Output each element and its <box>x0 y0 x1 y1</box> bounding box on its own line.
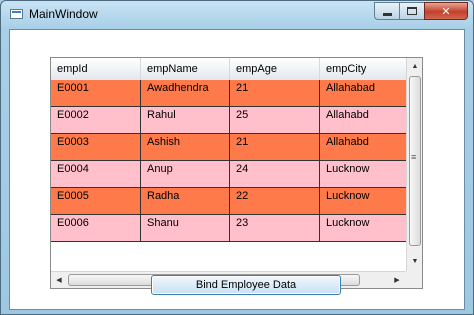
table-row[interactable]: E0001 Awadhendra 21 Allahabad <box>51 80 406 107</box>
vertical-scrollbar[interactable]: ▲ ≡ ▼ <box>406 58 422 271</box>
cell-empname[interactable]: Anup <box>141 161 230 187</box>
cell-empage[interactable]: 23 <box>230 215 320 241</box>
column-header-empname[interactable]: empName <box>141 58 230 80</box>
cell-empcity[interactable]: Allahabd <box>320 107 406 133</box>
table-row[interactable]: E0006 Shanu 23 Lucknow <box>51 215 406 242</box>
cell-empage[interactable]: 21 <box>230 80 320 106</box>
cell-empage[interactable]: 25 <box>230 107 320 133</box>
cell-empcity[interactable]: Lucknow <box>320 161 406 187</box>
table-row[interactable]: E0003 Ashish 21 Allahabd <box>51 134 406 161</box>
cell-empcity[interactable]: Allahabad <box>320 80 406 106</box>
minimize-button[interactable] <box>374 2 400 20</box>
cell-empname[interactable]: Ashish <box>141 134 230 160</box>
title-bar[interactable]: MainWindow ✕ <box>1 1 473 29</box>
cell-empname[interactable]: Shanu <box>141 215 230 241</box>
cell-empid[interactable]: E0004 <box>51 161 141 187</box>
column-header-empid[interactable]: empId <box>51 58 141 80</box>
cell-empcity[interactable]: Lucknow <box>320 215 406 241</box>
cell-empcity[interactable]: Lucknow <box>320 188 406 214</box>
scroll-down-icon[interactable]: ▼ <box>407 253 422 269</box>
close-icon: ✕ <box>441 4 451 18</box>
cell-empcity[interactable]: Allahabd <box>320 134 406 160</box>
window-icon[interactable] <box>10 9 23 19</box>
column-header-empcity[interactable]: empCity <box>320 58 406 80</box>
thumb-grip-icon: ≡ <box>411 152 417 162</box>
scrollbar-corner <box>406 271 422 288</box>
column-header-empage[interactable]: empAge <box>230 58 320 80</box>
cell-empid[interactable]: E0006 <box>51 215 141 241</box>
scroll-up-icon[interactable]: ▲ <box>407 58 422 74</box>
maximize-icon <box>407 7 417 15</box>
cell-empname[interactable]: Awadhendra <box>141 80 230 106</box>
maximize-button[interactable] <box>399 2 425 20</box>
cell-empid[interactable]: E0001 <box>51 80 141 106</box>
window-title: MainWindow <box>29 7 98 21</box>
table-row[interactable]: E0004 Anup 24 Lucknow <box>51 161 406 188</box>
cell-empname[interactable]: Radha <box>141 188 230 214</box>
table-row[interactable]: E0002 Rahul 25 Allahabd <box>51 107 406 134</box>
vertical-scroll-thumb[interactable]: ≡ <box>409 76 421 246</box>
scroll-left-icon[interactable]: ◀ <box>51 272 67 288</box>
employee-data-grid[interactable]: empId empName empAge empCity E0001 Awadhe… <box>50 57 423 289</box>
window-content: empId empName empAge empCity E0001 Awadhe… <box>9 29 465 310</box>
cell-empid[interactable]: E0003 <box>51 134 141 160</box>
table-row[interactable]: E0005 Radha 22 Lucknow <box>51 188 406 215</box>
cell-empage[interactable]: 22 <box>230 188 320 214</box>
cell-empname[interactable]: Rahul <box>141 107 230 133</box>
grid-header: empId empName empAge empCity <box>51 58 406 81</box>
scroll-right-icon[interactable]: ▶ <box>389 272 405 288</box>
main-window: MainWindow ✕ empId empName empAge empCit… <box>0 0 474 315</box>
close-button[interactable]: ✕ <box>424 2 468 20</box>
cell-empage[interactable]: 21 <box>230 134 320 160</box>
bind-employee-data-button[interactable]: Bind Employee Data <box>151 275 341 295</box>
cell-empage[interactable]: 24 <box>230 161 320 187</box>
minimize-icon <box>382 12 392 16</box>
cell-empid[interactable]: E0002 <box>51 107 141 133</box>
cell-empid[interactable]: E0005 <box>51 188 141 214</box>
